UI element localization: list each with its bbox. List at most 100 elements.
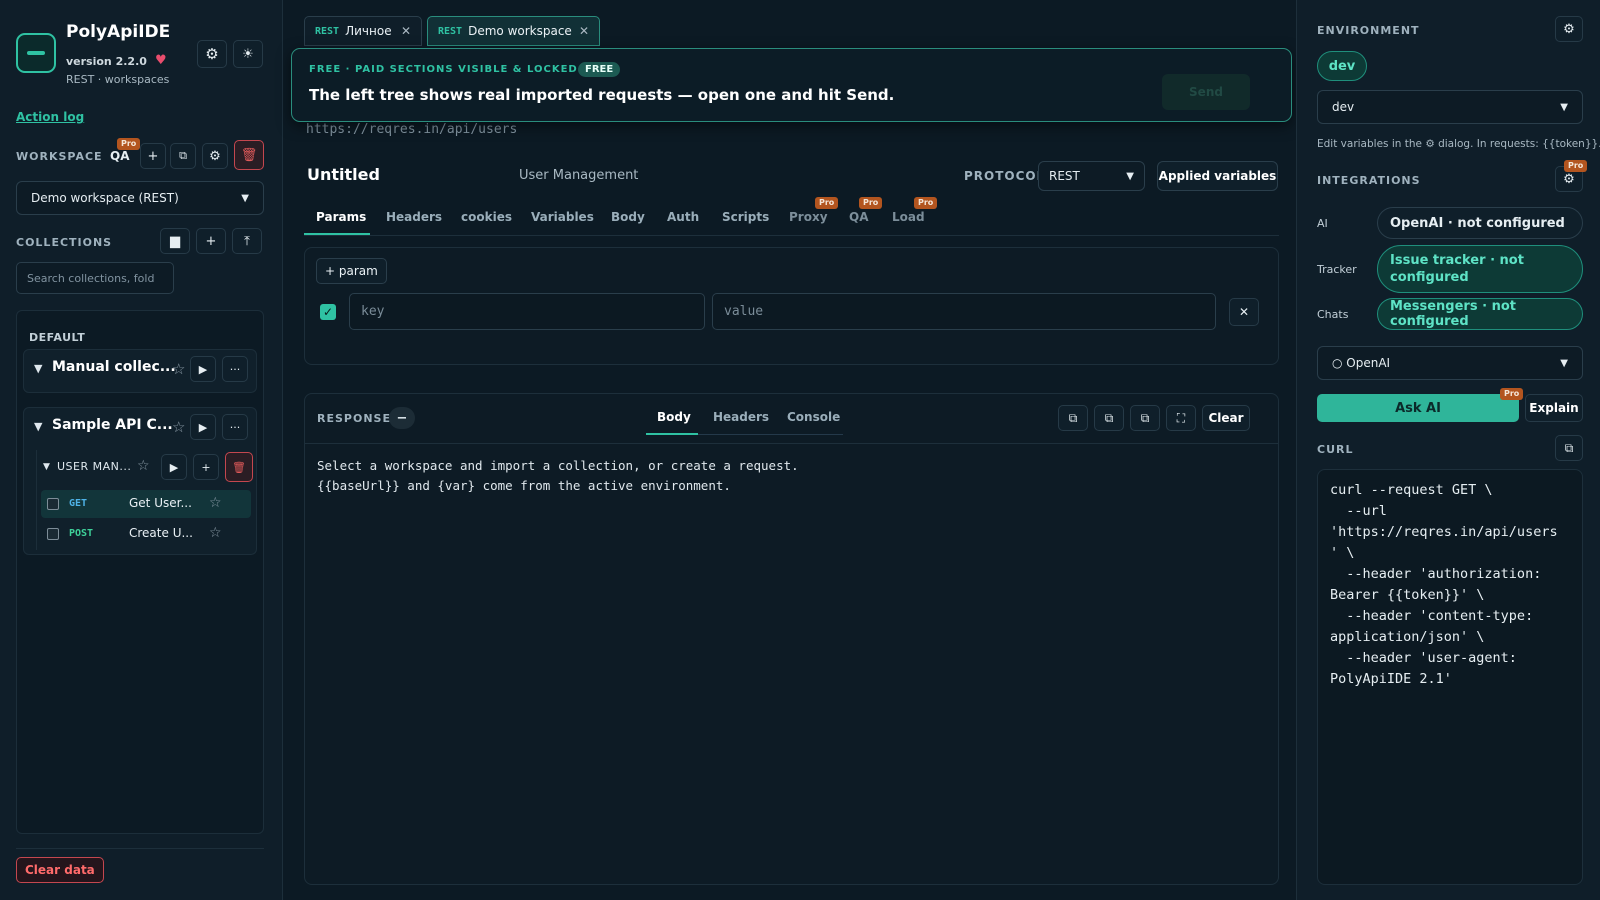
star-icon[interactable]: ☆	[209, 525, 222, 541]
clear-data-button[interactable]: Clear data	[16, 857, 104, 883]
curl-box[interactable]: curl --request GET \ --url 'https://reqre…	[1317, 469, 1583, 885]
applied-variables-button[interactable]: Applied variables	[1157, 161, 1278, 191]
fullscreen-expand-icon[interactable]: ⛶	[1166, 405, 1196, 431]
environment-settings-icon[interactable]: ⚙	[1555, 16, 1583, 42]
copy-curl-icon[interactable]: ⧉	[1555, 435, 1583, 461]
environment-label: ENVIRONMENT	[1317, 24, 1420, 37]
run-folder-play-icon[interactable]: ▶	[161, 454, 187, 480]
tab-params[interactable]: Params	[316, 210, 366, 224]
import-upload-icon[interactable]: ⤒	[232, 228, 262, 254]
delete-workspace-icon[interactable]: 🗑	[234, 140, 264, 170]
tab-cookies[interactable]: cookies	[461, 210, 512, 224]
add-collection-button[interactable]: +	[196, 228, 226, 254]
new-folder-icon[interactable]: ▆	[160, 228, 190, 254]
star-icon[interactable]: ☆	[172, 360, 185, 378]
workspace-qa-badge[interactable]: QA	[110, 149, 130, 163]
request-tab-active[interactable]: REST Demo workspace ✕	[427, 16, 600, 46]
chevron-down-icon: ▼	[1126, 170, 1134, 182]
star-icon[interactable]: ☆	[137, 458, 150, 474]
integration-chats-pill[interactable]: Messengers · not configured	[1377, 298, 1583, 330]
run-collection-play-icon[interactable]: ▶	[190, 356, 216, 382]
response-tab-headers[interactable]: Headers	[713, 410, 769, 424]
collection-more-icon[interactable]: ···	[222, 356, 248, 382]
add-request-button[interactable]: +	[193, 454, 219, 480]
star-icon[interactable]: ☆	[209, 495, 222, 511]
folder-name[interactable]: USER MAN...	[57, 460, 131, 473]
request-checkbox[interactable]	[47, 528, 59, 540]
env-chip-label: dev	[1328, 58, 1356, 74]
banner-message: The left tree shows real imported reques…	[309, 86, 895, 104]
chevron-down-icon[interactable]: ▼	[34, 362, 42, 375]
tab-load[interactable]: Load	[892, 210, 925, 224]
collection-card[interactable]: ▼ Sample API C... ☆ ▶ ··· ▼ USER MAN... …	[23, 407, 257, 555]
delete-folder-icon[interactable]: 🗑	[225, 452, 253, 482]
folder-row[interactable]: ▼ USER MAN... ☆ ▶ + 🗑 GET Get User... ☆ …	[36, 450, 254, 550]
request-row-selected[interactable]: GET Get User... ☆	[41, 490, 251, 518]
response-body-line: Select a workspace and import a collecti…	[317, 458, 799, 473]
integration-ai-pill[interactable]: OpenAI · not configured	[1377, 207, 1583, 239]
request-name[interactable]: Untitled	[307, 165, 380, 184]
tab-headers[interactable]: Headers	[386, 210, 442, 224]
action-log-link[interactable]: Action log	[16, 110, 84, 124]
close-icon[interactable]: ✕	[401, 24, 411, 38]
add-workspace-button[interactable]: +	[140, 143, 166, 169]
env-hint: Edit variables in the ⚙ dialog. In reque…	[1317, 138, 1600, 150]
integration-ai-label: AI	[1317, 217, 1328, 230]
send-label: Send	[1189, 85, 1223, 99]
send-button[interactable]: Send	[1162, 74, 1250, 110]
pro-badge: Pro	[1500, 388, 1524, 400]
request-tab[interactable]: REST Личное ✕	[304, 16, 422, 46]
star-icon[interactable]: ☆	[172, 418, 185, 436]
copy-curl-icon[interactable]: ⧉	[1130, 405, 1160, 431]
run-collection-play-icon[interactable]: ▶	[190, 414, 216, 440]
integration-chats-value: Messengers · not configured	[1390, 299, 1516, 329]
chevron-down-icon: ▼	[1560, 357, 1568, 369]
collection-more-icon[interactable]: ···	[222, 414, 248, 440]
workspace-settings-icon[interactable]: ⚙	[202, 143, 228, 169]
request-name[interactable]: Create U...	[129, 526, 193, 540]
remove-param-close-icon[interactable]: ✕	[1229, 298, 1259, 326]
ask-ai-button[interactable]: Ask AI	[1317, 394, 1519, 422]
request-row[interactable]: POST Create U... ☆	[41, 520, 251, 548]
tab-body[interactable]: Body	[611, 210, 645, 224]
url-input[interactable]: https://reqres.in/api/users	[306, 122, 517, 137]
environment-select-value: dev	[1332, 100, 1355, 114]
tab-variables[interactable]: Variables	[531, 210, 594, 224]
response-tab-console[interactable]: Console	[787, 410, 840, 424]
duplicate-workspace-icon[interactable]: ⧉	[170, 143, 196, 169]
theme-sun-icon[interactable]: ☀	[233, 40, 263, 68]
collection-name[interactable]: Manual collec...	[52, 359, 176, 375]
ai-provider-select[interactable]: ○ OpenAI ▼	[1317, 346, 1583, 380]
collection-card[interactable]: ▼ Manual collec... ☆ ▶ ···	[23, 349, 257, 393]
method-get: GET	[69, 498, 88, 509]
tab-qa[interactable]: QA	[849, 210, 869, 224]
settings-gear-icon[interactable]: ⚙	[197, 40, 227, 68]
add-param-button[interactable]: + param	[316, 258, 387, 284]
response-tab-body[interactable]: Body	[657, 410, 691, 424]
param-value-input[interactable]: value	[712, 293, 1216, 330]
curl-code: curl --request GET \ --url 'https://reqre…	[1330, 480, 1558, 690]
collapse-response-icon[interactable]: −	[389, 407, 415, 429]
param-key-input[interactable]: key	[349, 293, 705, 330]
workspace-select[interactable]: Demo workspace (REST) ▼	[16, 181, 264, 215]
env-chip[interactable]: dev	[1317, 51, 1367, 81]
environment-select[interactable]: dev ▼	[1317, 90, 1583, 124]
tab-proxy[interactable]: Proxy	[789, 210, 828, 224]
heart-icon[interactable]: ♥	[155, 53, 167, 68]
tab-auth[interactable]: Auth	[667, 210, 699, 224]
integration-tracker-pill[interactable]: Issue tracker · not configured	[1377, 245, 1583, 293]
clear-response-button[interactable]: Clear	[1202, 405, 1250, 431]
chevron-down-icon[interactable]: ▼	[43, 462, 50, 472]
copy-headers-icon[interactable]: ⧉	[1094, 405, 1124, 431]
search-input[interactable]: Search collections, fold	[16, 262, 174, 294]
collection-name[interactable]: Sample API C...	[52, 417, 173, 433]
chevron-down-icon[interactable]: ▼	[34, 420, 42, 433]
explain-button[interactable]: Explain	[1525, 394, 1583, 422]
protocol-select[interactable]: REST ▼	[1038, 161, 1145, 191]
param-enabled-checkbox[interactable]: ✓	[320, 304, 336, 320]
close-icon[interactable]: ✕	[579, 24, 589, 38]
request-name[interactable]: Get User...	[129, 496, 192, 510]
copy-icon[interactable]: ⧉	[1058, 405, 1088, 431]
request-checkbox[interactable]	[47, 498, 59, 510]
tab-scripts[interactable]: Scripts	[722, 210, 769, 224]
